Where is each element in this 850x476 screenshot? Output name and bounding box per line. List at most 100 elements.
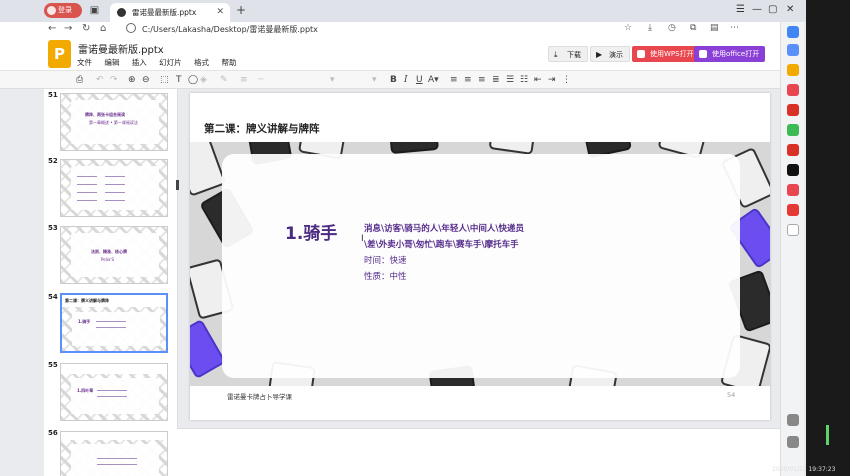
- bag-icon[interactable]: [787, 104, 799, 116]
- thumb-line: [96, 321, 126, 322]
- google-icon[interactable]: [787, 26, 799, 38]
- fill-icon[interactable]: ◈: [200, 74, 207, 86]
- browser-tab[interactable]: 雷诺曼最新版.pptx ✕: [110, 3, 230, 22]
- menu-icon[interactable]: ☰: [736, 4, 745, 15]
- bold-icon[interactable]: B: [390, 74, 397, 86]
- align-right-icon[interactable]: ≡: [478, 74, 486, 86]
- select-icon[interactable]: ⬚: [160, 74, 169, 86]
- thumbnail-slide-52[interactable]: [60, 159, 168, 217]
- time-attribute[interactable]: 时间：快速: [364, 254, 407, 266]
- weibo-icon[interactable]: [787, 184, 799, 196]
- align-center-icon[interactable]: ≡: [464, 74, 472, 86]
- grid-icon[interactable]: [787, 124, 799, 136]
- maximize-icon[interactable]: ▢: [768, 4, 777, 15]
- tab-favicon-icon: [117, 8, 126, 17]
- tiktok-icon[interactable]: [787, 164, 799, 176]
- indent-increase-icon[interactable]: ⇥: [548, 74, 556, 86]
- menu-format[interactable]: 格式: [194, 58, 209, 67]
- screen-edge: [806, 0, 850, 476]
- home-icon[interactable]: ⌂: [100, 23, 106, 34]
- gem-icon[interactable]: [787, 44, 799, 56]
- new-tab-icon[interactable]: +: [236, 3, 246, 17]
- play-icon: ▶: [596, 50, 603, 59]
- slide-canvas[interactable]: 第二课：牌义讲解与牌阵 1.骑手 消息\访客\骑马的人\年轻人\中间人\快递员 …: [190, 93, 770, 420]
- back-icon[interactable]: ←: [48, 23, 56, 34]
- panel-resize-handle[interactable]: [176, 180, 179, 190]
- news-icon[interactable]: [787, 204, 799, 216]
- menu-file[interactable]: 文件: [77, 58, 92, 67]
- close-tab-icon[interactable]: ✕: [216, 3, 224, 22]
- thumb-line: [105, 184, 125, 185]
- align-left-icon[interactable]: ≡: [450, 74, 458, 86]
- indent-decrease-icon[interactable]: ⇤: [534, 74, 542, 86]
- bullet-list-icon[interactable]: ☰: [506, 74, 514, 86]
- address-text: C:/Users/Lakasha/Desktop/雷诺曼最新版.pptx: [142, 25, 318, 34]
- office-side-icon[interactable]: [787, 144, 799, 156]
- app-logo-icon: P: [48, 40, 71, 68]
- tarot-card: [389, 142, 439, 155]
- thumbnail-slide-56[interactable]: [60, 431, 168, 476]
- history-icon[interactable]: ◷: [668, 23, 676, 33]
- font-dropdown-icon[interactable]: ▾: [330, 74, 335, 86]
- menu-edit[interactable]: 编辑: [104, 58, 119, 67]
- italic-icon[interactable]: I: [404, 74, 408, 86]
- print-icon[interactable]: ⎙: [76, 74, 83, 86]
- numbered-list-icon[interactable]: ☷: [520, 74, 528, 86]
- line-dash-icon[interactable]: ┄: [258, 74, 263, 86]
- address-field[interactable]: C:/Users/Lakasha/Desktop/雷诺曼最新版.pptx: [126, 23, 318, 37]
- open-office-button[interactable]: 使用office打开: [694, 46, 766, 62]
- line-style-icon[interactable]: ≡: [240, 74, 248, 86]
- slide-thumbnail-panel: 51 牌阵、两张卡组合阅读 第一章概述 • 第一课阅读法 52 53 法则、精准…: [44, 89, 178, 476]
- reload-icon[interactable]: ↻: [82, 23, 90, 34]
- keywords-line-1[interactable]: 消息\访客\骑马的人\年轻人\中间人\快递员: [364, 222, 524, 234]
- thumb-line: [77, 176, 97, 177]
- add-app-icon[interactable]: [787, 224, 799, 236]
- thumbnail-slide-51[interactable]: 牌阵、两张卡组合阅读 第一章概述 • 第一课阅读法: [60, 93, 168, 151]
- pen-icon[interactable]: ✎: [220, 74, 228, 86]
- keywords-line-2[interactable]: \差\外卖小哥\匆忙\跑车\赛车手\摩托车手: [364, 238, 519, 250]
- shape-icon[interactable]: ◯: [188, 74, 198, 86]
- avatar-icon: [47, 6, 56, 15]
- thumbnail-slide-54-selected[interactable]: 第二课：牌义讲解与牌阵 1.骑手: [60, 293, 168, 353]
- undo-icon[interactable]: ↶: [96, 74, 104, 86]
- zoom-out-icon[interactable]: ⊖: [142, 74, 150, 86]
- present-label: 演示: [609, 51, 623, 59]
- bookmark-star-icon[interactable]: ☆: [624, 23, 632, 33]
- thumb-subtitle: 1.骑手: [78, 319, 91, 324]
- extensions-icon[interactable]: ⧉: [690, 23, 696, 33]
- mail-icon[interactable]: [787, 84, 799, 96]
- thumbnail-slide-53[interactable]: 法则、精准、核心牌 Pelia'S: [60, 226, 168, 284]
- present-button[interactable]: ▶ 演示: [590, 46, 630, 62]
- download-button[interactable]: ⤓ 下载: [548, 46, 588, 62]
- menu-slide[interactable]: 幻灯片: [159, 58, 182, 67]
- textbox-icon[interactable]: T: [176, 74, 182, 86]
- menu-help[interactable]: 帮助: [221, 58, 236, 67]
- size-dropdown-icon[interactable]: ▾: [372, 74, 377, 86]
- redo-icon[interactable]: ↷: [110, 74, 118, 86]
- close-window-icon[interactable]: ✕: [786, 4, 794, 15]
- forward-icon[interactable]: →: [64, 23, 72, 34]
- open-wps-button[interactable]: 使用WPS打开: [632, 46, 700, 62]
- speaker-notes-area[interactable]: [177, 428, 780, 476]
- settings-icon[interactable]: [787, 414, 799, 426]
- panel-icon[interactable]: [787, 436, 799, 448]
- more-tools-icon[interactable]: ⋮: [562, 74, 571, 86]
- card-heading[interactable]: 1.骑手: [285, 219, 337, 244]
- underline-icon[interactable]: U: [416, 74, 423, 86]
- nature-attribute[interactable]: 性质：中性: [364, 270, 407, 282]
- more-icon[interactable]: ⋯: [730, 23, 739, 33]
- download-browser-icon[interactable]: ⤓: [648, 23, 652, 33]
- sidebar-toggle-icon[interactable]: ▣: [88, 4, 101, 17]
- justify-icon[interactable]: ≣: [492, 74, 500, 86]
- login-button[interactable]: 登录: [44, 3, 82, 18]
- thumbnail-slide-55[interactable]: 1.四叶草: [60, 363, 168, 421]
- shop-icon[interactable]: [787, 64, 799, 76]
- menu-insert[interactable]: 插入: [132, 58, 147, 67]
- font-color-icon[interactable]: A▾: [428, 74, 439, 86]
- info-icon: [126, 23, 136, 33]
- scroll-thumb[interactable]: [826, 425, 829, 445]
- browser-tab-strip: 登录 ▣ 雷诺曼最新版.pptx ✕ + ☰ — ▢ ✕: [0, 0, 850, 22]
- minimize-icon[interactable]: —: [752, 4, 762, 15]
- zoom-in-icon[interactable]: ⊕: [128, 74, 136, 86]
- collections-icon[interactable]: ▤: [710, 23, 719, 33]
